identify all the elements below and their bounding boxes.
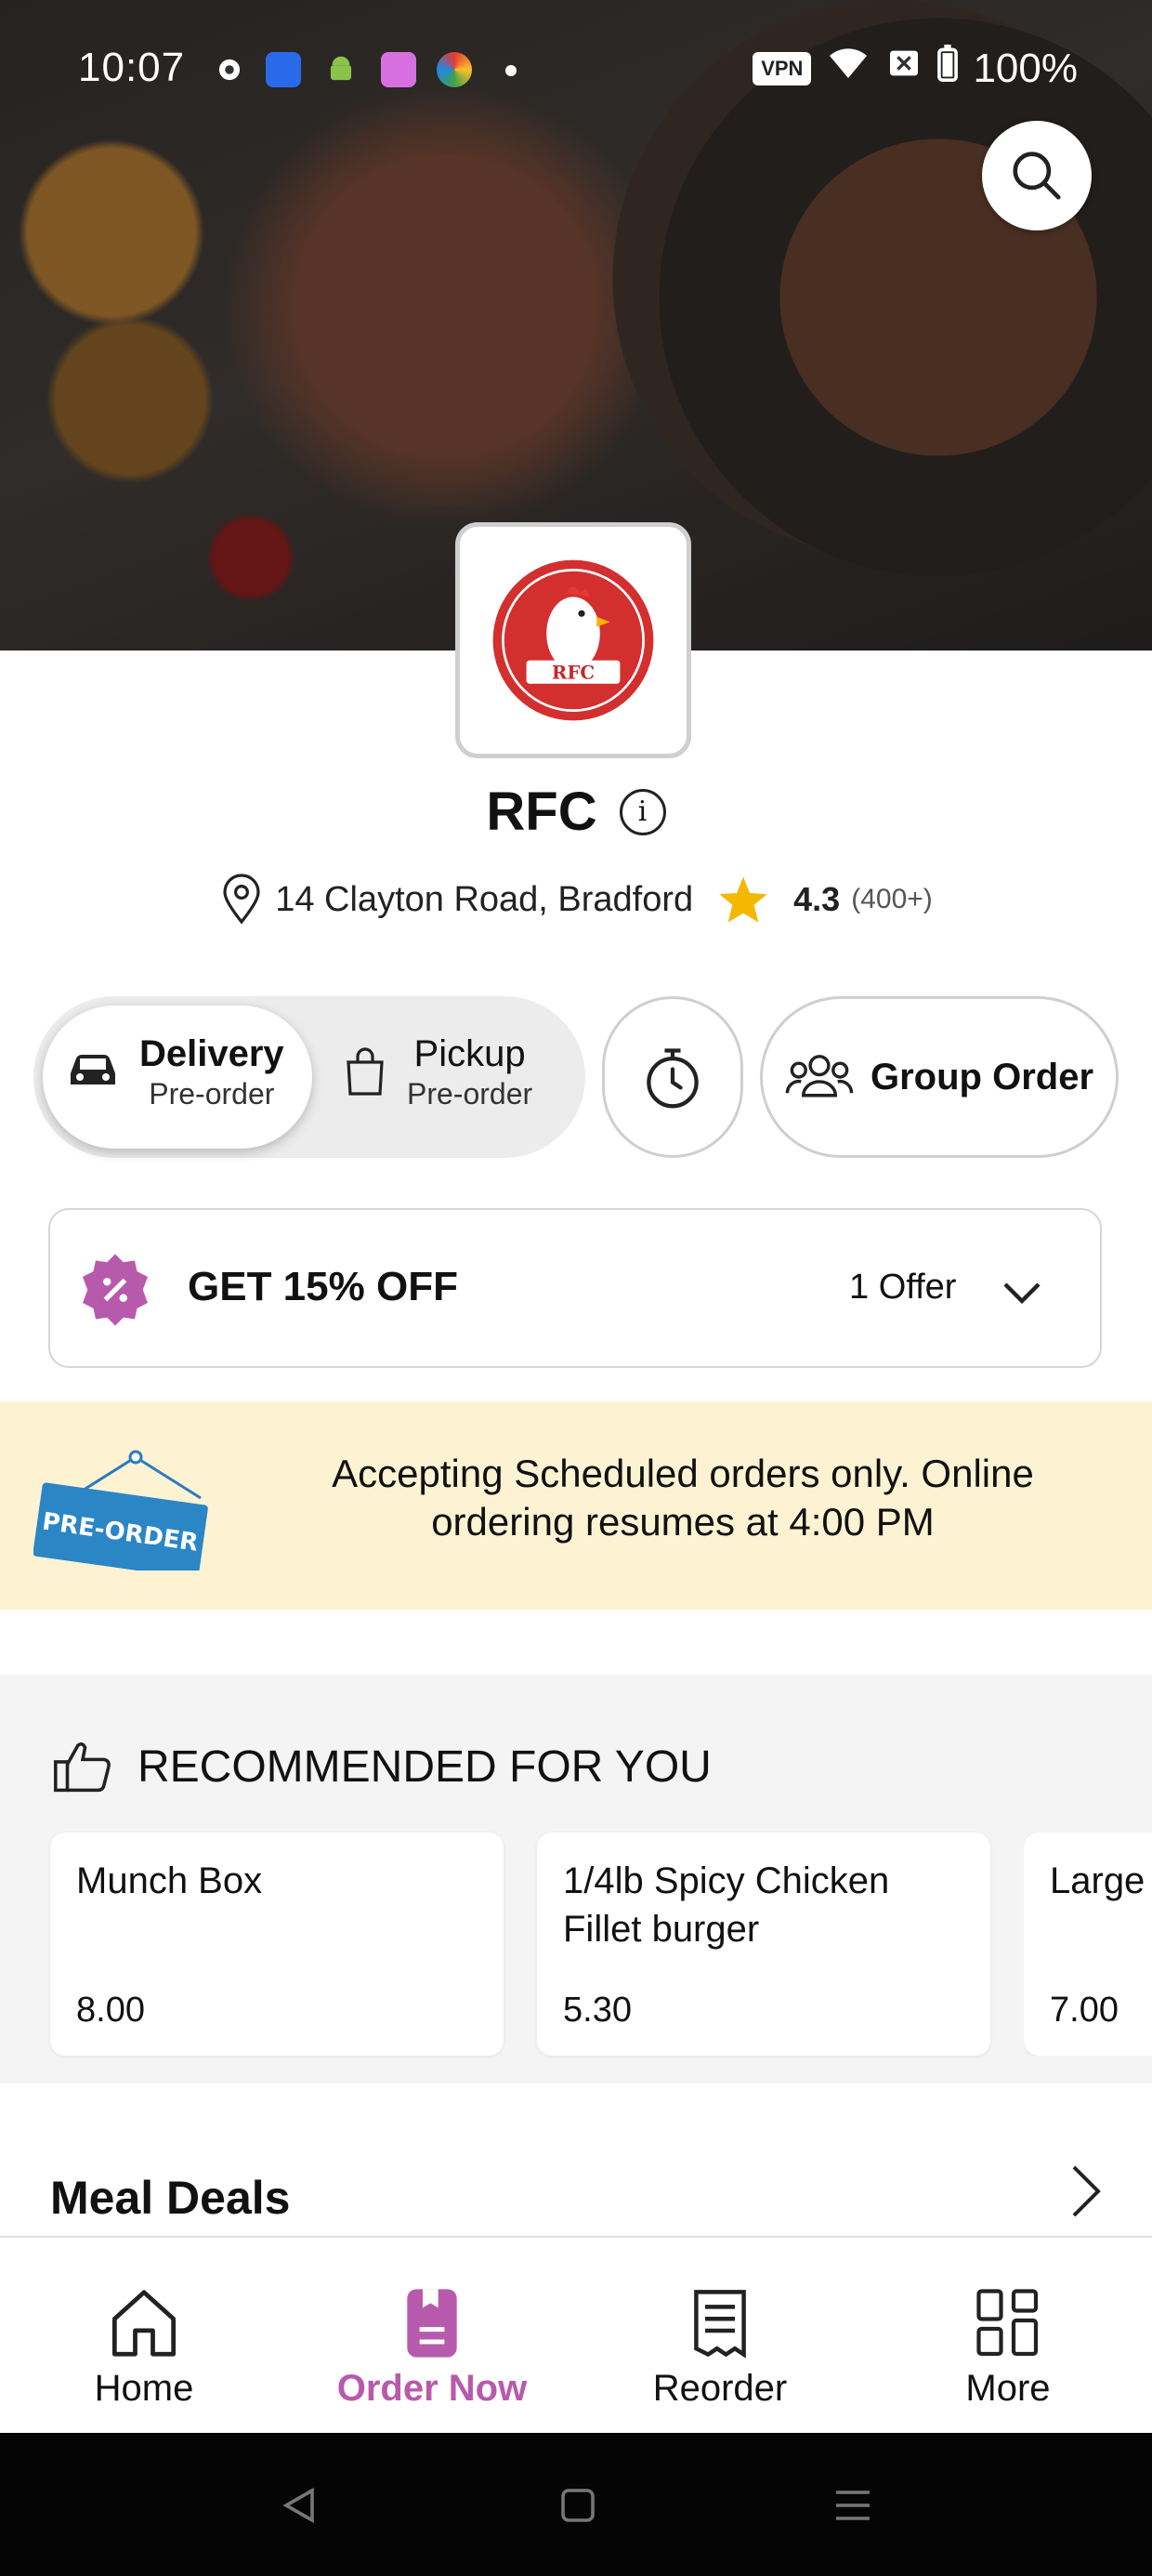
item-price: 8.00 (76, 1991, 145, 2030)
order-book-icon (407, 2289, 457, 2358)
store-name: RFC (486, 782, 597, 842)
group-order-button[interactable]: Group Order (760, 996, 1119, 1158)
pickup-subtitle: Pre-order (407, 1077, 533, 1111)
item-price: 7.00 (1050, 1991, 1119, 2030)
nav-more[interactable]: More (864, 2238, 1152, 2435)
recommended-item-clip: Large Chips 7.00 (1024, 1833, 1152, 2056)
rating-count: (400+) (851, 884, 933, 914)
delivery-subtitle: Pre-order (149, 1077, 275, 1111)
recommended-heading: RECOMMENDED FOR YOU (137, 1741, 712, 1792)
broadcast-icon (266, 52, 301, 87)
nav-order-now[interactable]: Order Now (288, 2238, 576, 2435)
offer-count: 1 Offer (849, 1268, 957, 1307)
app-icon (381, 52, 416, 87)
recommended-item[interactable]: 1/4lb Spicy Chicken Fillet burger 5.30 (537, 1833, 990, 2056)
vpn-badge: VPN (753, 51, 812, 85)
recommended-header: RECOMMENDED FOR YOU (52, 1738, 712, 1795)
delivery-title: Delivery (139, 1033, 284, 1074)
item-price: 5.30 (563, 1991, 632, 2030)
chevron-down-icon (1003, 1282, 1041, 1305)
timer-icon (647, 1048, 699, 1109)
schedule-button[interactable] (602, 996, 743, 1158)
pickup-title: Pickup (413, 1033, 526, 1074)
item-name: Munch Box (76, 1860, 263, 1901)
home-icon (111, 2290, 177, 2357)
menu-icon[interactable] (832, 2485, 873, 2526)
logo-text: RFC (552, 661, 595, 683)
shopping-bag-icon (347, 1047, 384, 1096)
dot-icon (505, 65, 517, 76)
item-name: 1/4lb Spicy Chicken Fillet burger (563, 1860, 890, 1950)
nav-reorder-label: Reorder (652, 2368, 788, 2409)
rating-value: 4.3 (793, 880, 841, 918)
store-name-row: RFC i (0, 781, 1152, 843)
settings-icon (212, 52, 247, 87)
car-icon (71, 1055, 115, 1085)
nav-home[interactable]: Home (0, 2238, 288, 2435)
delivery-mode-button[interactable]: Delivery Pre-order (43, 1005, 312, 1149)
star-icon (719, 876, 767, 923)
android-icon (323, 52, 359, 87)
item-name: Large Chips (1050, 1860, 1152, 1901)
nav-order-now-label: Order Now (336, 2368, 528, 2409)
offer-dropdown[interactable]: GET 15% OFF 1 Offer (48, 1208, 1102, 1368)
store-logo: RFC (455, 522, 691, 758)
group-order-label: Group Order (870, 1056, 1094, 1097)
pickup-mode-button[interactable]: Pickup Pre-order (342, 1032, 532, 1111)
section-title-meal-deals: Meal Deals (50, 2172, 291, 2224)
group-people-icon (785, 1055, 854, 1097)
search-button[interactable] (982, 121, 1092, 230)
info-icon[interactable]: i (619, 788, 666, 835)
chevron-right-icon[interactable] (1067, 2163, 1104, 2219)
store-address: 14 Clayton Road, Bradford (275, 879, 694, 919)
search-icon (1013, 151, 1061, 200)
rooster-logo-icon: RFC (492, 559, 654, 721)
system-navigation-bar (0, 2433, 1152, 2576)
browser-icon (437, 52, 472, 87)
preorder-message: Accepting Scheduled orders only. Online … (332, 1452, 1034, 1544)
recommended-item[interactable]: Munch Box 8.00 (50, 1833, 504, 2056)
wifi-icon (826, 45, 871, 92)
back-icon[interactable] (279, 2485, 320, 2526)
thumbs-up-icon (54, 1741, 111, 1793)
no-sim-icon (885, 45, 923, 92)
nav-home-label: Home (94, 2368, 194, 2409)
grid-icon (976, 2289, 1039, 2357)
store-address-row: 14 Clayton Road, Bradford 4.3 (400+) (0, 874, 1152, 926)
home-circle-icon[interactable] (557, 2485, 598, 2526)
receipt-icon (694, 2290, 746, 2359)
location-pin-icon (223, 874, 260, 925)
offer-title: GET 15% OFF (188, 1264, 458, 1309)
bottom-navigation: Home Order Now Reorder More (0, 2236, 1152, 2435)
battery-icon (937, 45, 959, 92)
nav-more-label: More (965, 2368, 1051, 2409)
recommended-item[interactable]: Large Chips 7.00 (1024, 1833, 1152, 2056)
status-right-group: VPN 100% (753, 45, 1078, 92)
status-bar: 10:07 VPN 100% (0, 37, 1152, 102)
nav-reorder[interactable]: Reorder (576, 2238, 864, 2435)
discount-badge-icon (83, 1254, 148, 1326)
preorder-sign-icon: PRE-ORDER (33, 1450, 208, 1571)
status-time: 10:07 (78, 45, 186, 90)
battery-level: 100% (973, 45, 1078, 91)
